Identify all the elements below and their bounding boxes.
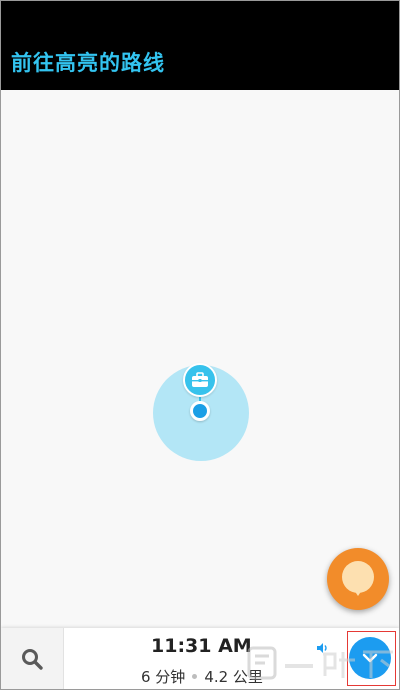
app-window: 前往高亮的路线 11:31 AM 6 分钟 4.2 公里	[0, 0, 400, 690]
location-dot-icon	[190, 401, 210, 421]
briefcase-icon	[192, 372, 208, 387]
search-button[interactable]	[1, 628, 64, 689]
page-title: 前往高亮的路线	[11, 51, 165, 75]
destination-pin[interactable]	[183, 363, 217, 397]
chevron-down-icon	[362, 653, 378, 663]
orange-pin-button[interactable]	[327, 548, 389, 610]
orange-pin-tail	[352, 587, 364, 596]
eta-time: 11:31 AM	[151, 635, 252, 657]
trip-distance: 4.2 公里	[204, 668, 263, 686]
eta-bottom-bar: 11:31 AM 6 分钟 4.2 公里	[1, 628, 399, 689]
expand-button[interactable]	[349, 637, 391, 679]
eta-details: 6 分钟 4.2 公里	[141, 666, 263, 687]
header-bar: 前往高亮的路线	[1, 1, 399, 90]
map-view[interactable]	[1, 90, 399, 628]
separator-dot	[192, 674, 198, 679]
trip-duration: 6 分钟	[141, 668, 186, 686]
speaker-icon[interactable]	[314, 640, 330, 656]
search-icon	[22, 648, 43, 670]
